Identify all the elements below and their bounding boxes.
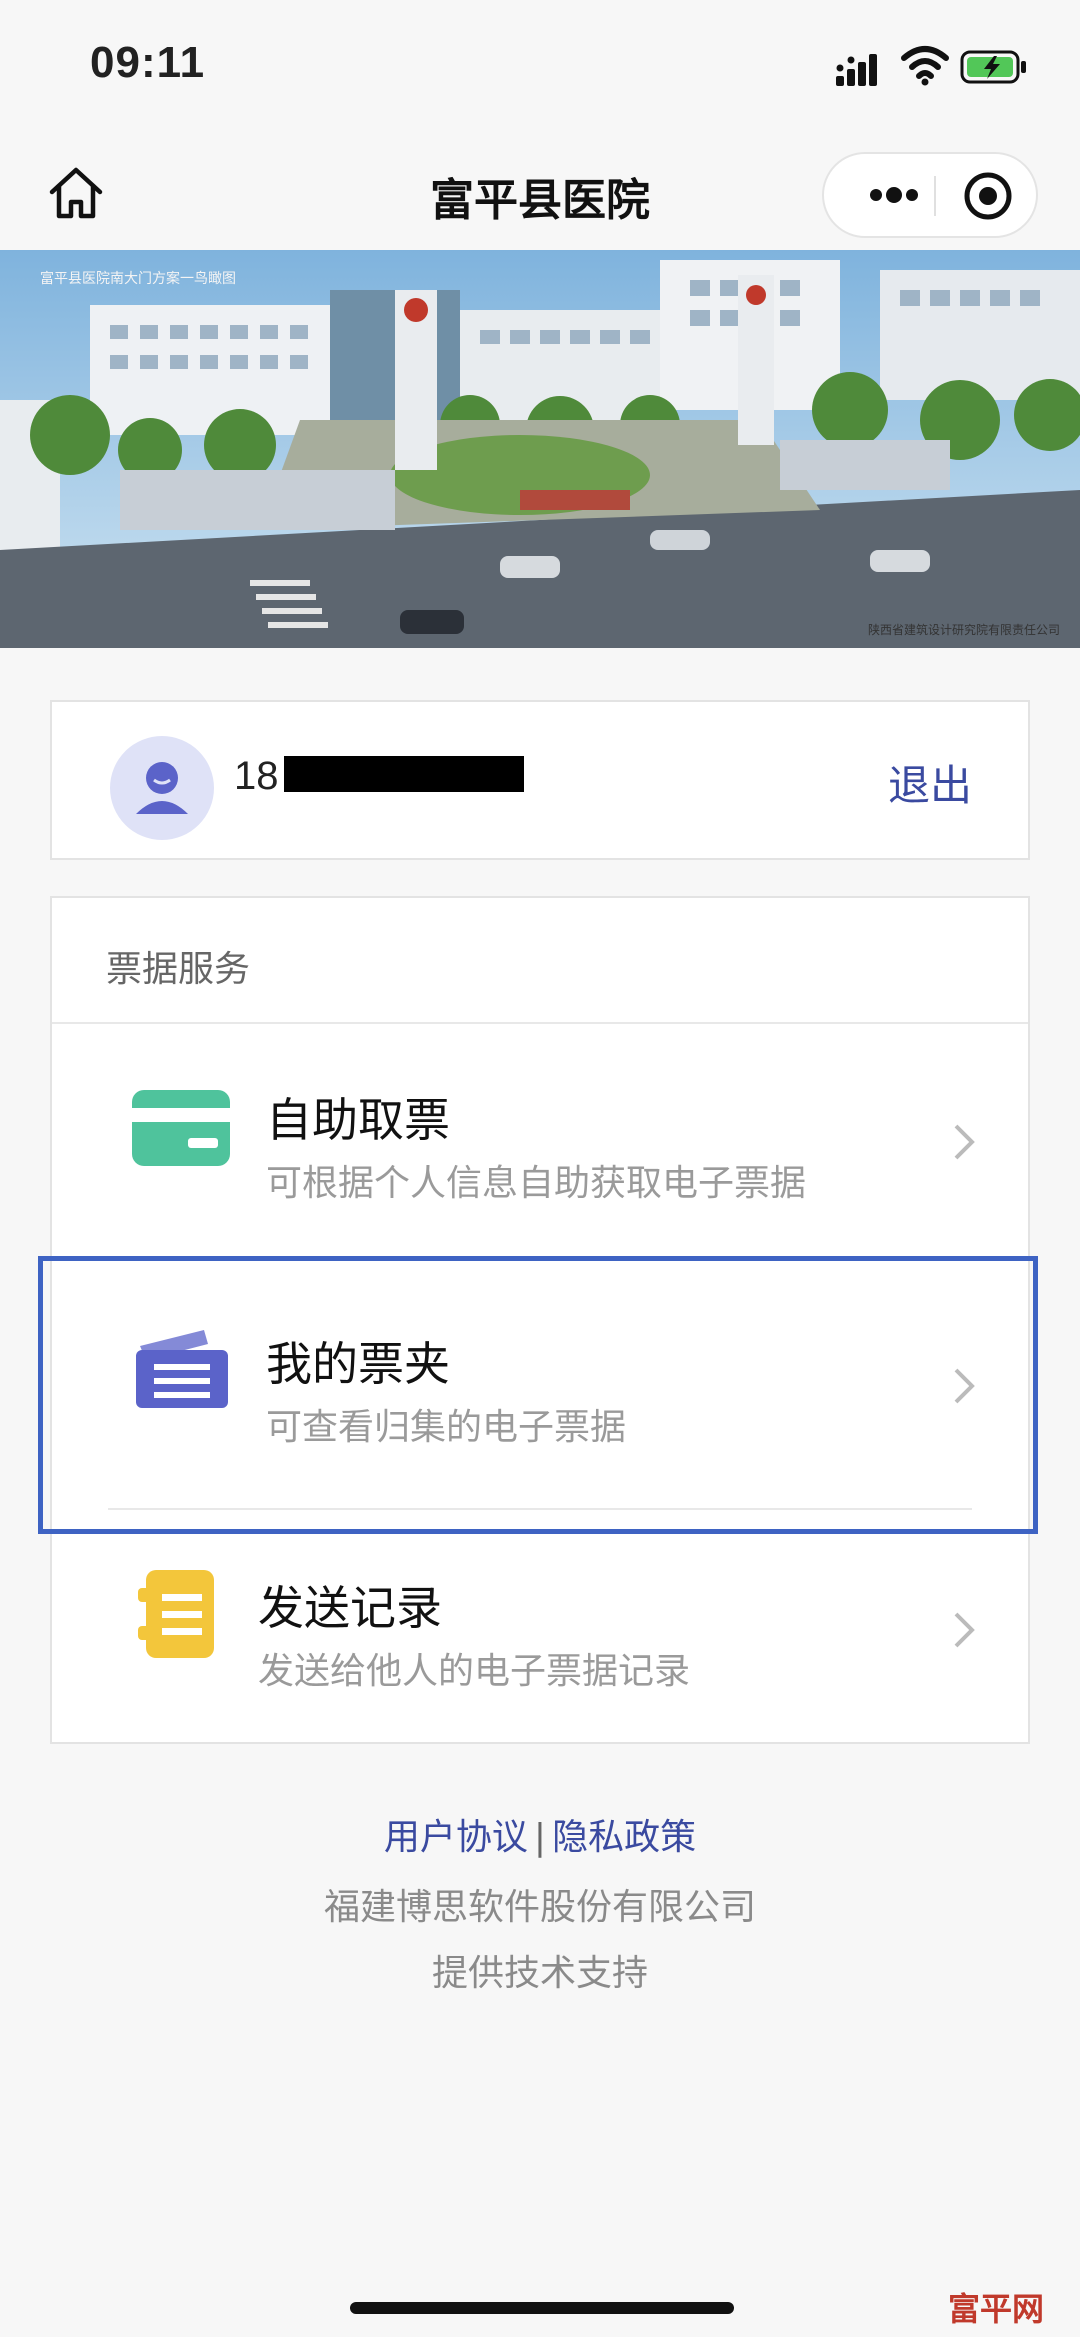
user-agreement-link[interactable]: 用户协议 [384, 1817, 528, 1858]
status-bar: 09:11 [0, 0, 1080, 140]
nav-bar: 富平县医院 [0, 140, 1080, 250]
close-mini-program-icon[interactable] [962, 170, 1014, 222]
hospital-rendering [0, 250, 1080, 648]
privacy-policy-link[interactable]: 隐私政策 [552, 1817, 696, 1858]
battery-charging-icon [960, 50, 1026, 84]
status-time: 09:11 [90, 38, 206, 87]
ticket-card-icon [132, 1090, 230, 1166]
banner-caption: 富平县医院南大门方案一鸟瞰图 [40, 271, 236, 287]
service-self-pickup[interactable]: 自助取票 可根据个人信息自助获取电子票据 [52, 1022, 1028, 1266]
home-indicator[interactable] [350, 2302, 734, 2314]
logout-button[interactable]: 退出 [888, 752, 972, 813]
avatar [110, 736, 214, 840]
hospital-banner-image: 富平县医院南大门方案一鸟瞰图 陕西省建筑设计研究院有限责任公司 [0, 250, 1080, 648]
watermark-text: 富平网 [948, 2290, 1045, 2328]
user-avatar-icon [136, 762, 188, 814]
chevron-right-icon [954, 1612, 975, 1648]
watermark-logo: 富平网 [948, 2284, 1044, 2330]
section-header: 票据服务 [52, 898, 1028, 1024]
record-icon [138, 1570, 214, 1658]
service-title: 自助取票 [266, 1093, 450, 1147]
user-phone: 18 [234, 754, 279, 798]
phone-redaction [284, 756, 524, 792]
service-desc: 发送给他人的电子票据记录 [258, 1651, 691, 1692]
banner-credit: 陕西省建筑设计研究院有限责任公司 [867, 623, 1060, 637]
link-separator: | [533, 1817, 547, 1858]
service-send-records[interactable]: 发送记录 发送给他人的电子票据记录 [52, 1510, 1028, 1754]
service-desc: 可根据个人信息自助获取电子票据 [266, 1163, 807, 1204]
company-name: 福建博思软件股份有限公司 [323, 1887, 756, 1928]
more-options-icon[interactable] [854, 172, 934, 218]
service-title: 发送记录 [258, 1581, 442, 1635]
wifi-icon [901, 46, 949, 86]
highlight-box [38, 1256, 1038, 1534]
capsule-divider [934, 176, 936, 216]
mini-program-capsule [822, 152, 1038, 238]
footer-links: 用户协议 | 隐私政策 [0, 1808, 1080, 1860]
section-title: 票据服务 [106, 949, 251, 990]
tech-support-text: 提供技术支持 [431, 1953, 648, 1994]
user-info-card: 18 退出 [50, 700, 1030, 860]
cellular-signal-icon [836, 54, 877, 86]
chevron-right-icon [954, 1124, 975, 1160]
